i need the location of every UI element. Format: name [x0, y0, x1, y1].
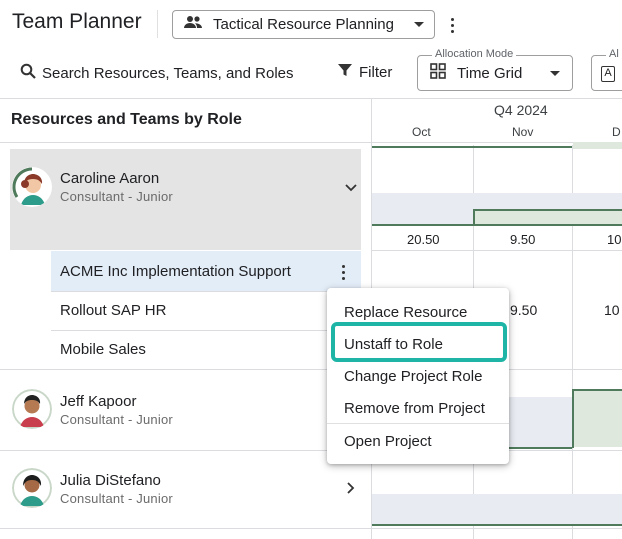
timeline-allocation-line [372, 146, 572, 148]
menu-item-change-project-role[interactable]: Change Project Role [344, 368, 482, 385]
allocation-mode-value: Time Grid [457, 64, 523, 82]
title-divider [157, 10, 158, 38]
chevron-down-icon[interactable] [345, 180, 357, 195]
row-divider [51, 291, 361, 292]
timeline-allocation-bar [573, 142, 622, 149]
filter-button[interactable]: Filter [338, 63, 392, 82]
plan-selector-label: Tactical Resource Planning [213, 16, 394, 33]
chevron-right-icon[interactable] [347, 482, 355, 497]
resource-role: Consultant - Junior [60, 189, 173, 204]
timeline-allocation-step [572, 389, 574, 448]
allocation-value: 10 [604, 302, 620, 318]
timeline-allocation-line [372, 524, 622, 526]
highlight-box [331, 322, 507, 362]
people-icon [183, 15, 203, 34]
search-button[interactable]: Search Resources, Teams, and Roles [20, 63, 294, 84]
resource-role: Consultant - Junior [60, 412, 173, 427]
header-bottom-border [0, 142, 622, 143]
resource-name: Jeff Kapoor [60, 393, 137, 410]
menu-item-remove-from-project[interactable]: Remove from Project [344, 400, 485, 417]
plan-selector[interactable]: Tactical Resource Planning [172, 10, 435, 39]
timeline-allocation-line [372, 224, 622, 226]
menu-item-replace-resource[interactable]: Replace Resource [344, 304, 467, 321]
project-name[interactable]: ACME Inc Implementation Support [60, 263, 291, 280]
grid-icon [430, 62, 446, 84]
allocation-value: 9.50 [510, 232, 536, 247]
resources-column-header: Resources and Teams by Role [11, 111, 242, 128]
row-divider [0, 369, 622, 370]
menu-item-open-project[interactable]: Open Project [344, 433, 432, 450]
allocation-mode-select[interactable]: Allocation Mode Time Grid [417, 48, 573, 91]
month-label: Nov [512, 125, 534, 139]
text-format-icon: A [601, 66, 615, 82]
timeline-allocation-bar [573, 390, 622, 447]
avatar [12, 167, 52, 207]
allocation-value: 9.50 [510, 302, 538, 318]
app-title: Team Planner [12, 10, 142, 33]
secondary-select[interactable]: Al A [591, 48, 622, 91]
resource-role: Consultant - Junior [60, 491, 173, 506]
team-planner-window: Team Planner Tactical Resource Planning … [0, 0, 622, 539]
row-divider [0, 450, 622, 451]
timeline-allocation-step [473, 209, 475, 225]
more-options-icon[interactable] [444, 14, 460, 36]
chevron-down-icon [414, 22, 424, 27]
timeline-allocation-line [474, 209, 622, 211]
quarter-label: Q4 2024 [494, 102, 548, 118]
timeline-allocation-line [572, 389, 622, 391]
project-context-menu: Replace Resource Unstaff to Role Change … [327, 288, 509, 464]
project-more-icon[interactable] [335, 261, 351, 283]
project-name[interactable]: Rollout SAP HR [60, 302, 166, 319]
filter-label: Filter [359, 64, 393, 81]
search-icon [20, 63, 36, 84]
filter-icon [338, 63, 352, 82]
row-divider [372, 250, 622, 251]
allocation-mode-legend: Allocation Mode [432, 48, 517, 60]
month-label: D [612, 125, 621, 139]
row-divider [0, 528, 622, 529]
allocation-value: 10 [607, 232, 622, 247]
month-label: Oct [412, 125, 431, 139]
menu-divider [327, 423, 509, 424]
chevron-down-icon [550, 70, 560, 76]
header-top-border [0, 98, 622, 99]
avatar [12, 389, 52, 429]
secondary-select-legend: Al [606, 48, 622, 60]
allocation-value: 20.50 [407, 232, 440, 247]
resource-name: Caroline Aaron [60, 170, 160, 187]
avatar [12, 468, 52, 508]
timeline-capacity-band [372, 494, 622, 524]
project-name[interactable]: Mobile Sales [60, 341, 146, 358]
resource-name: Julia DiStefano [60, 472, 161, 489]
search-label: Search Resources, Teams, and Roles [42, 65, 294, 82]
row-divider [51, 330, 361, 331]
timeline-allocation-bar [474, 210, 622, 224]
